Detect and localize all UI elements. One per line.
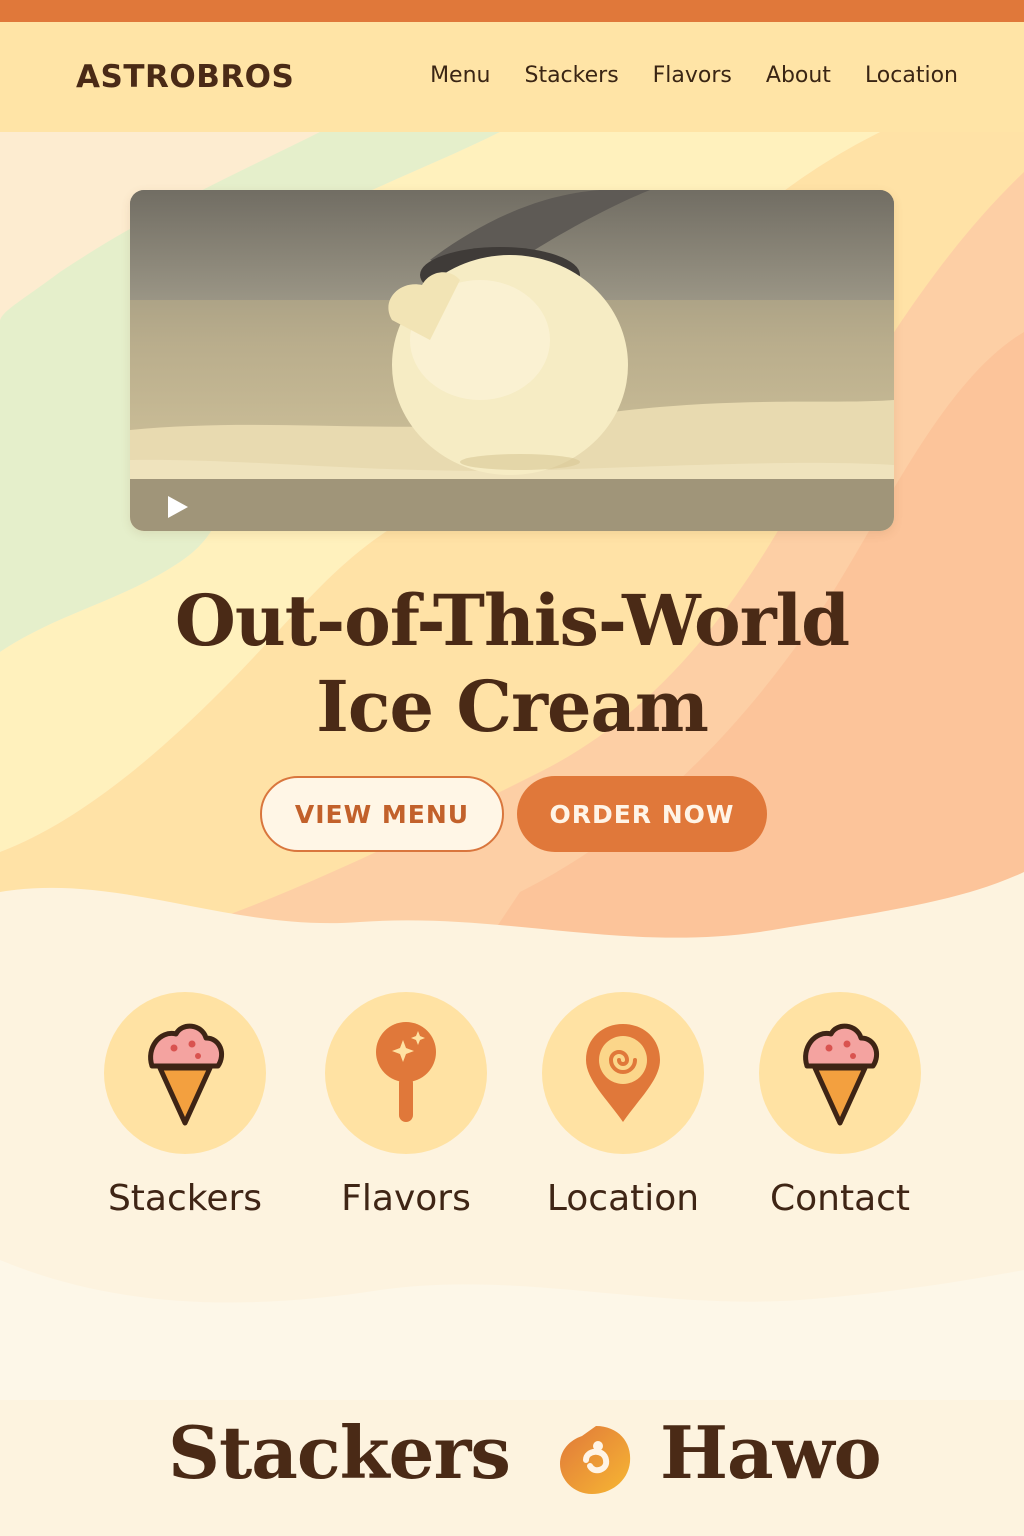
order-now-button[interactable]: ORDER NOW [517,776,767,852]
headline-line-2: Ice Cream [316,665,709,748]
feature-card-stackers[interactable]: Stackers [95,992,275,1219]
brand-logo[interactable]: ASTROBROS [76,59,294,95]
nav-item-location[interactable]: Location [865,63,958,88]
feature-icon-circle [759,992,921,1154]
play-icon[interactable] [168,496,188,518]
video-controls-bar [130,479,894,531]
ice-cream-cone-icon [148,1023,224,1126]
feature-card-location[interactable]: Location [533,992,713,1219]
ice-cream-cone-icon [803,1023,879,1126]
headline-line-1: Out-of-This-World [174,579,850,662]
nav-item-about[interactable]: About [766,63,831,88]
nav-item-menu[interactable]: Menu [430,63,490,88]
view-menu-button[interactable]: VIEW MENU [260,776,504,852]
feature-label-location: Location [546,1178,700,1219]
feature-label-flavors: Flavors [341,1178,471,1219]
feature-icon-circle [325,992,487,1154]
site-header: ASTROBROS Menu Stackers Flavors About Lo… [0,22,1024,132]
section-heading: Stackers Hawo [0,1410,1024,1510]
location-pin-icon [586,1024,660,1122]
swirl-logo-icon [560,1426,631,1494]
nav-item-flavors[interactable]: Flavors [653,63,732,88]
ice-cream-scoop-icon [376,1022,436,1122]
hero-video-player[interactable] [130,190,894,531]
nav-item-stackers[interactable]: Stackers [524,63,618,88]
hero-headline: Out-of-This-World Ice Cream [0,578,1024,750]
feature-card-flavors[interactable]: Flavors [316,992,496,1219]
feature-label-contact: Contact [769,1178,911,1219]
top-accent-bar [0,0,1024,22]
feature-icon-circle [104,992,266,1154]
feature-card-contact[interactable]: Contact [750,992,930,1219]
feature-label-stackers: Stackers [107,1178,263,1219]
feature-icon-circle [542,992,704,1154]
feature-cards: Stackers Flavors Location Contact [0,992,1024,1232]
main-nav: Menu Stackers Flavors About Location [430,63,958,88]
section-heading-left: Stackers [168,1410,511,1495]
section-heading-right: Hawo [660,1410,882,1495]
